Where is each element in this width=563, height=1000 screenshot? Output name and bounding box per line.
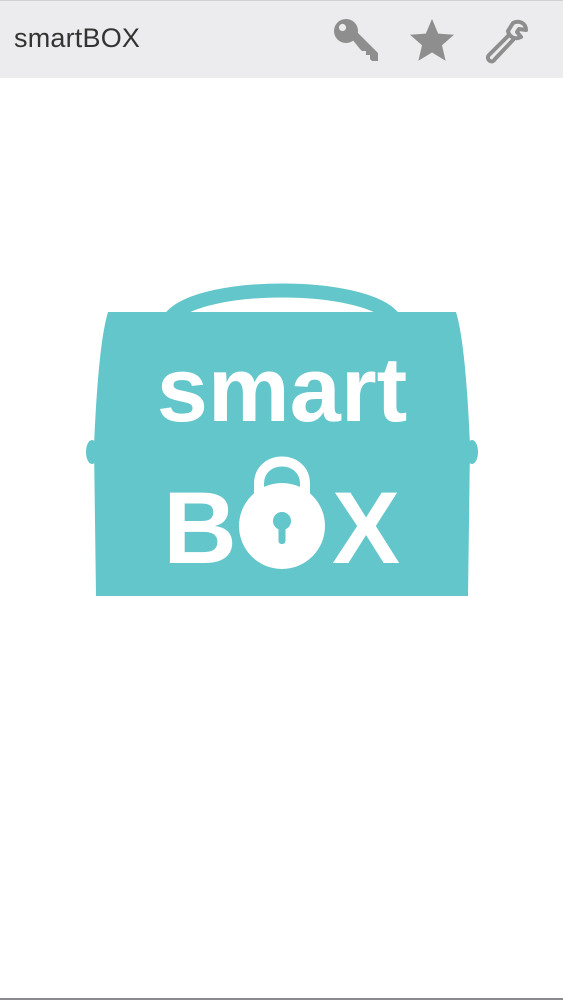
main-content: smart B X [0, 78, 563, 999]
key-button[interactable] [330, 15, 382, 67]
star-button[interactable] [406, 15, 458, 67]
app-screen: smartBOX smart B X [0, 0, 563, 1000]
key-icon [334, 19, 378, 61]
wrench-button[interactable] [480, 15, 532, 67]
app-title: smartBOX [14, 23, 141, 53]
logo-text-smart: smart [157, 339, 408, 441]
top-bar: smartBOX [0, 0, 563, 78]
star-icon [410, 19, 454, 61]
logo-letter-x: X [332, 471, 400, 585]
logo-letter-b: B [163, 471, 237, 585]
wrench-icon [485, 19, 528, 64]
smartbox-logo: smart B X [84, 278, 480, 600]
